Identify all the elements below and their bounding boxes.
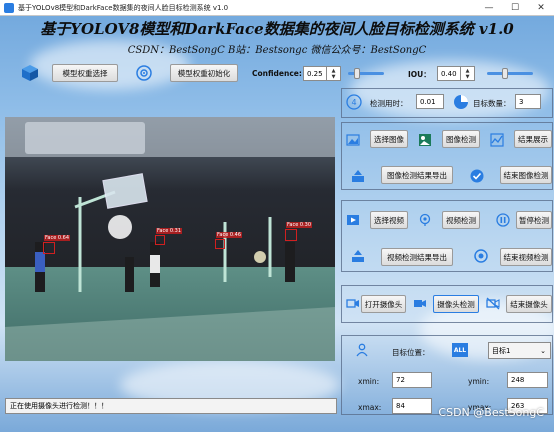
iou-label: IOU： [408,70,431,79]
export-image-results-button[interactable]: 图像检测结果导出 [381,166,453,184]
app-icon [4,2,14,13]
select-image-button[interactable]: 选择图像 [370,130,408,148]
stop-image-detect-button[interactable]: 结束图像检测 [500,166,552,184]
video-camera-icon [413,296,427,310]
camera-off-icon [486,296,500,310]
upload-icon [351,249,365,263]
time-label: 检测用时： [370,99,408,108]
iou-slider[interactable] [487,68,533,79]
show-results-button[interactable]: 结果展示 [514,130,552,148]
window-title: 基于YOLOv8模型和DarkFace数据集的夜间人脸目标检测系统 v1.0 [18,3,229,12]
target-select[interactable]: 目标1 ⌄ [488,342,551,359]
location-icon [418,213,432,227]
watermark: CSDN @BestSongC [438,406,544,419]
all-badge: ALL [452,343,468,357]
select-video-button[interactable]: 选择视频 [370,211,408,229]
face-detection-label: Face 0.64 [44,235,71,241]
ymin-field: 248 [507,372,548,388]
window-titlebar: 基于YOLOv8模型和DarkFace数据集的夜间人脸目标检测系统 v1.0 —… [0,0,554,16]
image-detect-button[interactable]: 图像检测 [442,130,480,148]
count-value: 3 [515,94,541,109]
target-icon [135,64,153,82]
clock-icon: 4 [346,94,362,110]
face-detection-label: Face 0.31 [156,228,183,234]
confidence-spinner[interactable]: ▲ ▼ [327,66,341,81]
detection-preview: Face 0.64 Face 0.31 Face 0.46 Face 0.30 [5,117,335,361]
face-detection-label: Face 0.46 [216,232,243,238]
stop-circle-icon [474,249,488,263]
select-weights-button[interactable]: 模型权重选择 [52,64,118,82]
iou-input[interactable]: 0.40 [437,66,461,81]
person-icon [355,343,369,357]
cube-icon [21,64,39,82]
confidence-slider-handle[interactable] [354,68,360,79]
stop-camera-button[interactable]: 结束摄像头 [506,295,552,313]
export-icon [351,169,365,183]
face-detection-box: Face 0.31 [155,228,183,245]
check-circle-icon [470,169,484,183]
stop-video-detect-button[interactable]: 结束视频检测 [500,248,552,266]
time-value: 0.01 [416,94,444,109]
page-title: 基于YOLOV8模型和DarkFace数据集的夜间人脸目标检测系统 v1.0 [40,20,514,38]
gallery-icon [418,133,432,147]
maximize-button[interactable]: ☐ [502,0,528,16]
export-video-results-button[interactable]: 视频检测结果导出 [381,248,453,266]
ymin-label: ymin: [468,377,490,386]
iou-spinner[interactable]: ▲ ▼ [461,66,475,81]
pause-detect-button[interactable]: 暂停检测 [516,211,552,229]
camera-detect-button[interactable]: 摄像头检测 [433,295,479,313]
target-position-label: 目标位置： [392,348,430,357]
status-bar: 正在使用摄像头进行检测！！！ [5,398,337,414]
page-subtitle: CSDN：BestSongC B站：Bestsongc 微信公众号：BestSo… [127,45,427,56]
init-weights-button[interactable]: 模型权重初始化 [170,64,238,82]
face-detection-box: Face 0.30 [285,222,313,241]
confidence-input[interactable]: 0.25 [303,66,327,81]
confidence-slider[interactable] [348,68,384,79]
xmax-field: 84 [392,398,432,414]
face-detection-box: Face 0.46 [215,232,243,249]
video-file-icon [346,213,360,227]
target-select-value: 目标1 [492,346,511,355]
xmin-field: 72 [392,372,432,388]
open-camera-button[interactable]: 打开摄像头 [361,295,406,313]
face-detection-label: Face 0.30 [286,222,313,228]
line-chart-icon [490,133,504,147]
chevron-down-icon: ⌄ [540,346,546,355]
xmin-label: xmin: [358,377,380,386]
close-button[interactable]: ✕ [528,0,554,16]
confidence-label: Confidence: [252,69,302,78]
minimize-button[interactable]: — [476,0,502,16]
video-detect-button[interactable]: 视频检测 [442,211,480,229]
count-label: 目标数量： [473,99,511,108]
face-detection-box: Face 0.64 [43,235,71,254]
camera-icon [346,296,360,310]
image-icon [346,133,360,147]
xmax-label: xmax: [358,403,382,412]
svg-text:4: 4 [351,98,356,107]
pie-chart-icon [453,94,469,110]
pause-icon [496,213,510,227]
iou-slider-handle[interactable] [502,68,509,79]
